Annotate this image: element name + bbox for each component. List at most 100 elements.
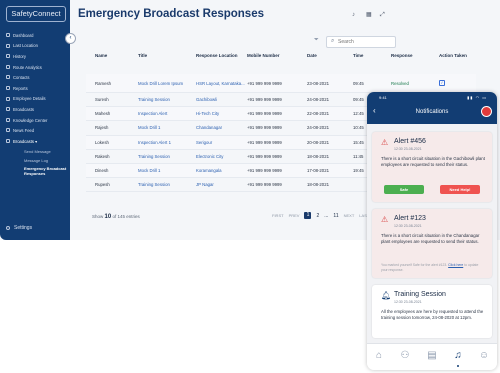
location-icon [6,43,10,48]
pagination: FIRST PREV 1 2 ... 11 NEXT LAST [272,212,369,219]
cell-location-link[interactable]: Chandanagar [196,125,247,130]
cell-date: 17-08-2021 [307,168,329,174]
sidebar-subitem-emergency-broadcast-responses[interactable]: Emergency Broadcast Responses [0,165,70,178]
safe-button[interactable]: Safe [384,185,424,194]
cell-title-link[interactable]: Inspection Alert [138,111,196,116]
page-size-select[interactable]: 10 [105,214,112,220]
sidebar-item-route-analytics[interactable]: Route Analytics [0,62,70,73]
checkbox-icon[interactable]: ✓ [439,80,445,86]
book-icon [6,117,10,122]
sidebar-subitem-message-log[interactable]: Message Log [0,156,70,165]
click-here-link[interactable]: Click here [448,263,463,267]
cell-location-link[interactable]: Electronic City [196,154,247,159]
header-mobile-number[interactable]: Mobile Number [247,53,307,58]
cell-title-link[interactable]: Training Session [138,182,196,187]
first-page-button[interactable]: FIRST [272,213,284,218]
cell-title-link[interactable]: Mock Drill 1 [138,168,196,173]
card-time: 12:30 23-08-2021 [394,224,422,228]
cell-location-link[interactable]: HSR Layout, Karnataka... [196,81,247,86]
sidebar-item-label: Contacts [13,75,30,81]
page-2-button[interactable]: 2 [316,213,319,219]
brand-logo: SafetyConnect [6,6,66,22]
notification-card-alert-123[interactable]: ⚠ Alert #123 12:30 23-08-2021 There is a… [372,209,492,278]
status-time: 9:41 [379,95,387,100]
cell-title-link[interactable]: Training Session [138,97,196,102]
cell-location-link[interactable]: JP Nagar [196,182,247,187]
table-row[interactable]: Ramesh Mock Drill Lorem Ipsum HSR Layout… [86,74,476,93]
card-title: Alert #123 [394,215,426,222]
cell-location-link[interactable]: Hi-Tech City [196,111,247,116]
gear-icon [6,226,10,230]
bell-icon[interactable]: ♫ [452,350,464,362]
header-title[interactable]: Title [138,53,196,58]
sidebar-item-label: Broadcasts [13,138,34,144]
sidebar-item-reports[interactable]: Reports [0,83,70,94]
header-name[interactable]: Name [86,53,138,58]
need-help-button[interactable]: Need Help! [440,185,480,194]
expand-icon[interactable]: ⤢ [380,12,385,18]
sidebar-subitem-send-message[interactable]: Send Message [0,147,70,156]
collapse-sidebar-button[interactable]: ‹ [65,33,76,44]
active-tab-indicator [457,365,459,367]
cell-location-link[interactable]: Serigour [196,140,247,145]
sidebar-item-settings[interactable]: Settings [0,222,70,234]
sidebar-item-contacts[interactable]: Contacts [0,72,70,83]
status-badge: Resolved [391,80,409,86]
cell-location-link[interactable]: Gachibowli [196,97,247,102]
contacts-icon[interactable]: ▤ [426,350,438,362]
card-note: You marked yourself Safe for the alert #… [381,263,485,272]
history-icon [6,54,10,59]
home-icon[interactable]: ⌂ [373,350,385,362]
route-icon [6,64,10,69]
notification-card-alert-456[interactable]: ⚠ Alert #456 12:30 23-08-2021 There is a… [372,132,492,202]
sidebar-item-label: Reports [13,85,28,91]
cell-date: 18-08-2021 [307,182,329,188]
phone-header: 9:41 ▮▮ ◠ ▭ ‹ Notifications [367,92,497,124]
card-body: There is a short circuit situation in th… [381,156,485,167]
profile-icon[interactable]: ☺ [478,350,490,362]
page-11-button[interactable]: 11 [333,213,338,219]
contacts-icon [6,75,10,80]
sidebar-item-employee-details[interactable]: Employee Details [0,94,70,105]
cell-name: Rupesh [95,182,110,188]
sidebar-item-last-location[interactable]: Last Location [0,41,70,52]
dashboard-icon [6,33,10,37]
bell-icon: 🔔︎ [381,291,392,300]
header-time[interactable]: Time [353,53,391,58]
cell-title-link[interactable]: Mock Drill 1 [138,125,196,130]
sidebar-item-knowledge-center[interactable]: Knowledge Center [0,115,70,126]
cell-title-link[interactable]: Inspection Alert 1 [138,140,196,145]
search-box: ⌕ [326,36,396,48]
header-response[interactable]: Response [391,53,439,58]
warning-icon: ⚠ [381,215,389,224]
cell-title-link[interactable]: Mock Drill Lorem Ipsum [138,81,196,86]
card-time: 12:30 23-08-2021 [394,147,422,151]
prev-page-button[interactable]: PREV [289,213,300,218]
header-response-location[interactable]: Response Location [196,53,247,58]
cell-location-link[interactable]: Koramangala [196,168,247,173]
calendar-icon[interactable]: ▦ [366,12,372,18]
megaphone-icon [6,138,10,143]
cell-name: Rakesh [95,153,110,159]
sidebar-item-broadcasts-group[interactable]: Broadcasts ▾ [0,136,70,147]
bell-icon[interactable]: ♪ [352,12,357,18]
notification-card-training[interactable]: 🔔︎ Training Session 12:30 23-08-2021 All… [372,285,492,338]
sidebar-item-news-feed[interactable]: News Feed [0,125,70,136]
sidebar-item-dashboard[interactable]: Dashboard [0,30,70,41]
page-1-button[interactable]: 1 [304,212,312,219]
people-icon[interactable]: ⚇ [399,350,411,362]
show-label: Show [92,214,104,219]
header-date[interactable]: Date [307,53,353,58]
sidebar-item-history[interactable]: History [0,51,70,62]
filter-icon[interactable]: ⏷ [314,37,320,43]
header-action-taken[interactable]: Action Taken [439,53,476,58]
sidebar-item-label: News Feed [13,128,35,134]
cell-name: Ramesh [95,80,112,86]
search-input[interactable] [338,38,392,45]
sidebar-item-broadcasts[interactable]: Broadcasts [0,104,70,115]
tab-bar: ⌂ ⚇ ▤ ♫ ☺ [367,343,497,370]
next-page-button[interactable]: NEXT [344,213,355,218]
avatar[interactable] [481,106,492,117]
cell-date: 20-08-2021 [307,139,329,145]
cell-title-link[interactable]: Training Session [138,154,196,159]
